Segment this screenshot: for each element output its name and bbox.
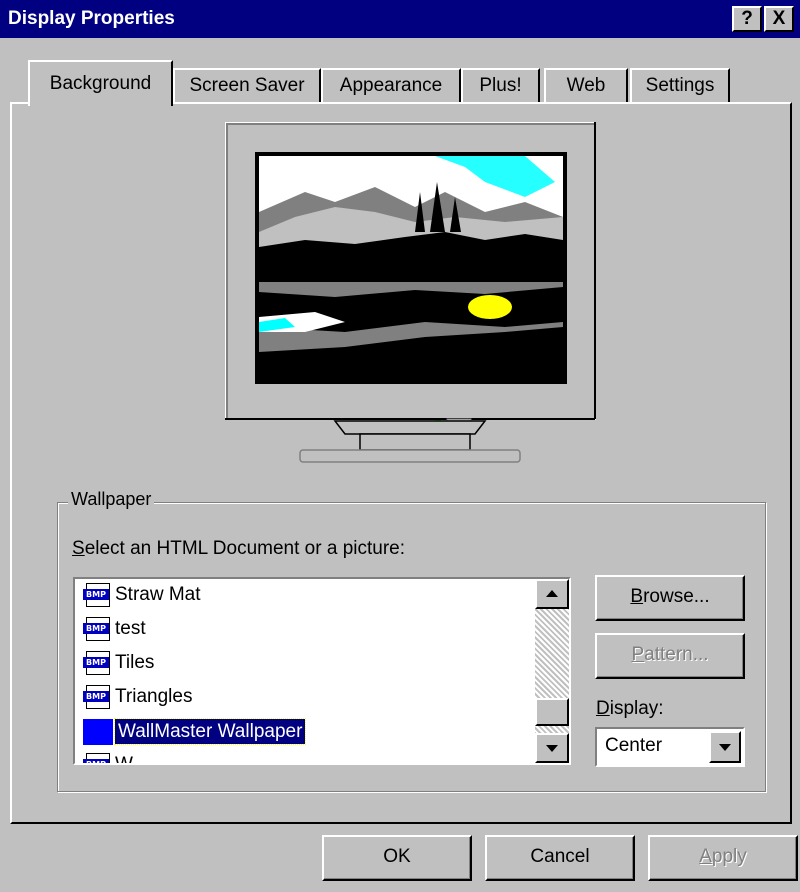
tab-background[interactable]: Background (28, 60, 173, 106)
monitor-preview (225, 122, 596, 463)
arrow-up-icon (546, 590, 558, 597)
close-icon: X (772, 8, 786, 29)
ok-button[interactable]: OK (322, 835, 472, 881)
scroll-down-button[interactable] (535, 733, 569, 763)
list-item[interactable]: BMP Triangles (83, 685, 192, 717)
scroll-thumb[interactable] (535, 698, 569, 726)
tab-appearance[interactable]: Appearance (321, 68, 461, 102)
tab-label: Appearance (339, 75, 443, 96)
wallpaper-group-label: Wallpaper (68, 489, 155, 510)
arrow-down-icon (546, 745, 558, 752)
tab-web[interactable]: Web (544, 68, 628, 102)
tab-screen-saver[interactable]: Screen Saver (173, 68, 321, 102)
list-item-label: test (115, 618, 146, 640)
list-item[interactable]: BMP Straw Mat (83, 583, 201, 615)
display-select-value: Center (605, 735, 663, 756)
tab-label: Screen Saver (189, 75, 305, 96)
list-item-selected[interactable]: WallMaster Wallpaper (83, 718, 307, 751)
list-scrollbar[interactable] (535, 579, 569, 763)
display-select[interactable]: Center (595, 727, 745, 767)
apply-button[interactable]: Apply (648, 835, 798, 881)
help-icon: ? (741, 8, 753, 29)
bmp-file-icon: BMP (83, 685, 111, 709)
bmp-file-icon: BMP (83, 583, 111, 607)
list-item-label: Triangles (115, 686, 193, 708)
bmp-file-icon: BMP (83, 753, 111, 763)
cancel-button[interactable]: Cancel (485, 835, 635, 881)
browse-button[interactable]: Browse... (595, 575, 745, 621)
list-item[interactable]: BMP test (83, 617, 146, 649)
list-item-label: W... (115, 754, 148, 765)
tab-plus[interactable]: Plus! (461, 68, 540, 102)
tab-label: Plus! (479, 75, 522, 96)
wallpaper-preview-image (259, 156, 563, 381)
list-item-label: WallMaster Wallpaper (113, 718, 307, 746)
title-bar: Display Properties ? X (0, 0, 800, 38)
list-item[interactable]: BMP Tiles (83, 651, 154, 683)
pattern-button[interactable]: Pattern... (595, 633, 745, 679)
list-item-label: Straw Mat (115, 584, 201, 606)
display-dropdown-button[interactable] (709, 731, 741, 763)
bmp-file-icon: BMP (83, 617, 111, 641)
help-button[interactable]: ? (732, 6, 762, 32)
tab-label: Web (566, 75, 606, 96)
wallpaper-list[interactable]: BMP Straw Mat BMP test BMP Tiles BMP Triangl… (73, 577, 571, 765)
bmp-file-icon: BMP (83, 651, 111, 675)
close-button[interactable]: X (764, 6, 794, 32)
tab-label: Background (49, 73, 152, 94)
chevron-down-icon (719, 744, 731, 751)
tab-label: Settings (645, 75, 715, 96)
tab-settings[interactable]: Settings (630, 68, 730, 102)
window-title: Display Properties (8, 8, 175, 29)
scroll-up-button[interactable] (535, 579, 569, 609)
display-label: Display: (596, 698, 664, 719)
list-item[interactable]: BMP W... (83, 753, 148, 765)
list-item-label: Tiles (115, 652, 155, 674)
html-document-icon (83, 719, 113, 745)
select-document-label: Select an HTML Document or a picture: (72, 538, 406, 559)
